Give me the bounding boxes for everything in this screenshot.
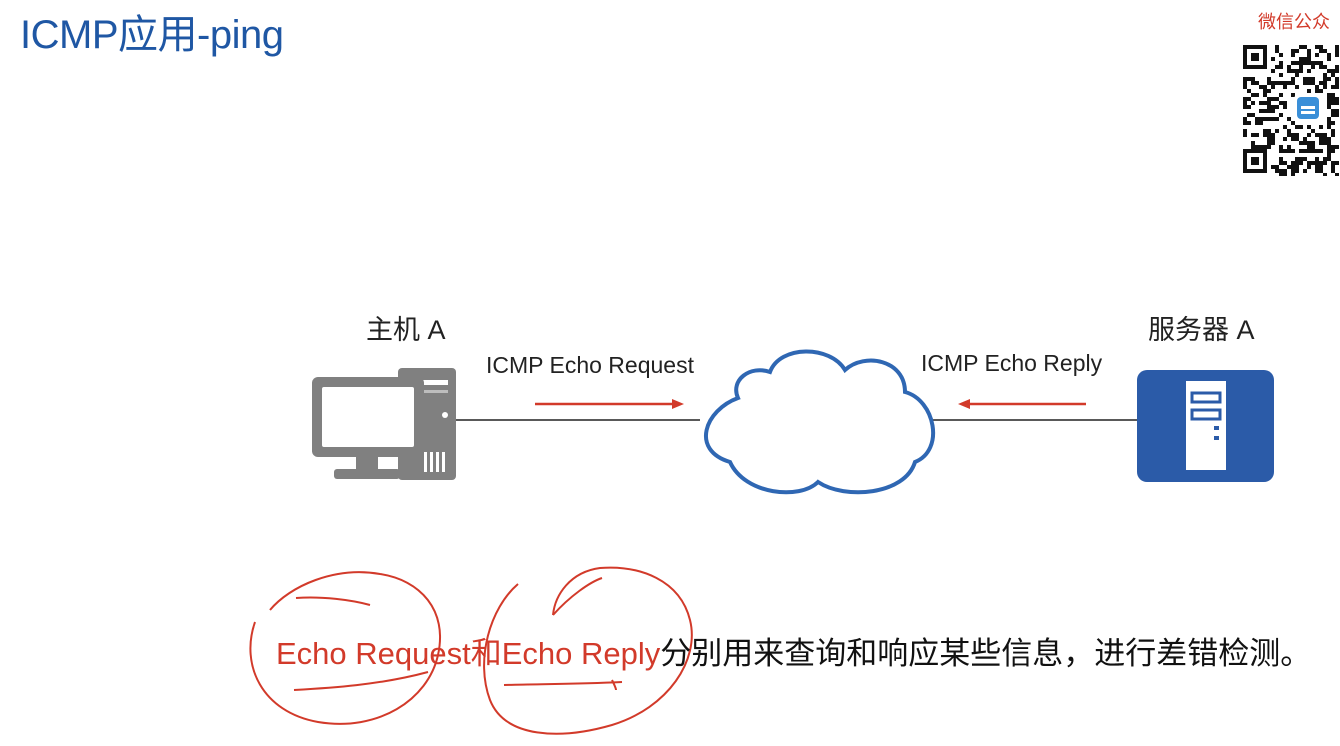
description-rest: 分别用来查询和响应某些信息，进行差错检测。	[660, 636, 1312, 671]
request-arrow	[535, 399, 684, 409]
server-icon	[1137, 370, 1274, 482]
echo-reply-term: Echo Reply	[501, 636, 661, 671]
description-text: Echo Request和Echo Reply分别用来查询和响应某些信息，进行差…	[276, 628, 1311, 673]
desktop-computer-icon	[312, 368, 456, 480]
reply-arrow	[958, 399, 1086, 409]
host-label: 主机 A	[366, 315, 446, 345]
conjunction: 和	[470, 636, 502, 671]
cloud-icon	[704, 349, 935, 495]
server-label: 服务器 A	[1148, 315, 1255, 345]
request-label: ICMP Echo Request	[486, 352, 694, 378]
reply-label: ICMP Echo Reply	[921, 350, 1103, 376]
echo-request-term: Echo Request	[276, 636, 471, 671]
